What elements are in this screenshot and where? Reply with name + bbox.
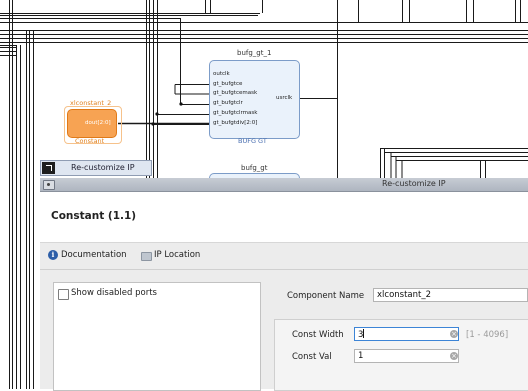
- wire: [337, 0, 521, 178]
- info-icon: i: [48, 250, 58, 260]
- const-width-label: Const Width: [292, 330, 344, 340]
- symbol-panel: Show disabled ports: [53, 282, 261, 391]
- parameters-panel: Component Name xlconstant_2 Const Width …: [270, 282, 528, 391]
- component-name-field[interactable]: xlconstant_2: [373, 288, 528, 302]
- show-disabled-ports-label: Show disabled ports: [71, 288, 157, 298]
- xlconstant-2-block[interactable]: dout[2:0]: [67, 109, 117, 138]
- const-val-label: Const Val: [292, 352, 332, 362]
- bufg-gt-1-type-label: BUFG GT: [238, 137, 267, 145]
- component-name-label: Component Name: [287, 291, 365, 301]
- wire: [0, 13, 528, 43]
- pin-outclk[interactable]: outclk: [213, 70, 230, 80]
- wire: [380, 148, 528, 178]
- ip-location-link[interactable]: IP Location: [154, 250, 200, 260]
- bufg-gt-1-block[interactable]: outclk gt_bufgtce gt_bufgtcemask gt_bufg…: [209, 60, 300, 139]
- const-width-field[interactable]: 3: [354, 327, 459, 341]
- pin-gt-bufgtcemask[interactable]: gt_bufgtcemask: [213, 89, 257, 99]
- const-width-range: [1 - 4096]: [466, 330, 509, 340]
- ip-title: Constant (1.1): [51, 210, 137, 222]
- re-customize-ip-tab[interactable]: Re-customize IP: [40, 160, 152, 176]
- dialog-window-title: Re-customize IP: [382, 179, 446, 188]
- pin-dout[interactable]: dout[2:0]: [85, 119, 111, 129]
- re-customize-ip-tab-label: Re-customize IP: [71, 163, 135, 172]
- external-window-icon: [42, 162, 55, 174]
- clear-icon[interactable]: ×: [450, 352, 458, 360]
- text-cursor: [363, 329, 365, 338]
- pin-gt-bufgtclrmask[interactable]: gt_bufgtclrmask: [213, 109, 257, 119]
- window-menu-icon[interactable]: [43, 180, 55, 190]
- wire: [480, 160, 486, 178]
- wire: [0, 45, 16, 56]
- folder-icon: [141, 252, 152, 261]
- show-disabled-ports-checkbox[interactable]: [58, 289, 69, 300]
- const-val-field[interactable]: 1: [354, 349, 459, 363]
- bufg-gt-1-title: bufg_gt_1: [237, 49, 272, 57]
- dialog-title-bar[interactable]: Re-customize IP: [40, 178, 528, 192]
- clear-icon[interactable]: ×: [450, 330, 458, 338]
- xlconstant-2-type-label: Constant: [75, 137, 105, 145]
- wire: [9, 0, 34, 389]
- pin-gt-bufgtdiv[interactable]: gt_bufgtdiv[2:0]: [213, 119, 257, 129]
- wire: [205, 0, 263, 13]
- re-customize-ip-dialog: Re-customize IP Constant (1.1) i Documen…: [40, 178, 528, 391]
- bufg-gt-title: bufg_gt: [241, 164, 268, 172]
- documentation-link[interactable]: Documentation: [61, 250, 127, 260]
- pin-gt-bufgtclr[interactable]: gt_bufgtclr: [213, 99, 243, 109]
- dialog-header: Constant (1.1): [40, 192, 528, 243]
- pin-usrclk[interactable]: usrclk: [276, 94, 292, 104]
- config-box: Const Width 3 × [1 - 4096] Const Val 1 ×: [274, 319, 528, 391]
- dialog-link-bar: i Documentation IP Location: [40, 243, 528, 270]
